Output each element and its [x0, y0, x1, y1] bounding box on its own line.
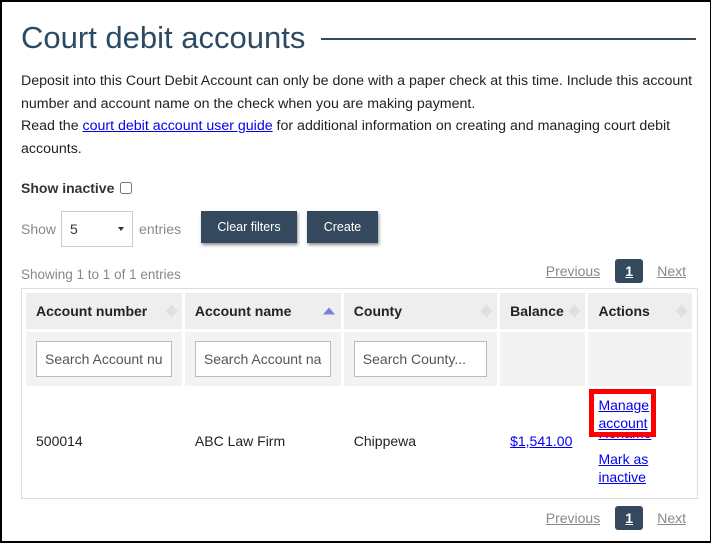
intro-paragraph-1: Deposit into this Court Debit Account ca… — [21, 73, 693, 112]
pagination-bottom: Previous 1 Next — [546, 506, 686, 530]
sort-unsorted-icon — [480, 304, 493, 318]
pagination-top: Previous 1 Next — [546, 259, 686, 283]
column-label: Account name — [194, 303, 292, 319]
accounts-table: Account number Account name County Balan… — [23, 290, 695, 496]
page-length-value: 5 — [70, 221, 78, 237]
filter-cell — [343, 332, 498, 386]
show-inactive-label: Show inactive — [21, 180, 115, 196]
search-account-name-input[interactable] — [194, 341, 331, 377]
page-length-select[interactable]: 5 — [61, 211, 134, 247]
create-button[interactable]: Create — [307, 211, 378, 243]
show-label: Show — [21, 221, 57, 237]
previous-page-link[interactable]: Previous — [546, 510, 600, 526]
sort-ascending-icon — [322, 307, 335, 315]
user-guide-link[interactable]: court debit account user guide — [83, 118, 273, 134]
previous-page-link[interactable]: Previous — [546, 263, 600, 279]
filter-cell — [26, 332, 182, 386]
page-title: Court debit accounts — [21, 20, 306, 55]
manage-account-link[interactable]: Manage account — [598, 396, 654, 432]
column-header-account-number[interactable]: Account number — [26, 293, 182, 329]
search-account-number-input[interactable] — [36, 341, 172, 377]
cell-account-number: 500014 — [36, 433, 83, 449]
next-page-link[interactable]: Next — [657, 263, 686, 279]
sort-unsorted-icon — [675, 304, 688, 318]
table-info: Showing 1 to 1 of 1 entries — [21, 267, 181, 282]
search-county-input[interactable] — [353, 341, 488, 377]
intro-paragraph-2: Read the court debit account user guide … — [21, 115, 697, 160]
cell-actions: Rename Manage account Mark as inactive — [588, 389, 692, 493]
column-header-actions[interactable]: Actions — [588, 293, 692, 329]
page-length-control: Show 5 entries — [21, 210, 181, 248]
next-page-link[interactable]: Next — [657, 510, 686, 526]
balance-link[interactable]: $1,541.00 — [510, 433, 572, 449]
filter-cell-empty — [588, 332, 692, 386]
chevron-down-icon — [118, 227, 125, 231]
mark-inactive-link[interactable]: Mark as inactive — [598, 450, 658, 486]
page-header: Court debit accounts — [21, 16, 696, 60]
filter-cell-empty — [500, 332, 586, 386]
column-label: Actions — [598, 303, 650, 319]
entries-label: entries — [139, 221, 182, 237]
show-inactive-checkbox[interactable] — [120, 182, 133, 194]
intro-text: Deposit into this Court Debit Account ca… — [21, 70, 697, 160]
title-divider — [321, 38, 696, 40]
accounts-table-container: Account number Account name County Balan… — [21, 288, 698, 499]
sort-unsorted-icon — [165, 304, 178, 318]
column-label: Balance — [510, 303, 564, 319]
page-button-1[interactable]: 1 — [615, 259, 644, 283]
intro-prefix: Read the — [21, 118, 83, 134]
table-header-row: Account number Account name County Balan… — [26, 293, 692, 329]
filter-cell — [184, 332, 341, 386]
column-label: Account number — [36, 303, 148, 319]
clear-filters-button[interactable]: Clear filters — [201, 211, 297, 243]
table-row: 500014 ABC Law Firm Chippewa $1,541.00 R… — [26, 389, 692, 493]
column-filter-row — [26, 332, 692, 386]
column-header-county[interactable]: County — [343, 293, 498, 329]
cell-balance: $1,541.00 — [500, 389, 585, 493]
column-header-balance[interactable]: Balance — [500, 293, 586, 329]
sort-unsorted-icon — [568, 304, 582, 318]
page-button-1[interactable]: 1 — [615, 506, 644, 530]
column-label: County — [353, 303, 402, 319]
column-header-account-name[interactable]: Account name — [184, 293, 341, 329]
actions-list: Rename Manage account Mark as inactive — [589, 389, 692, 486]
show-inactive-toggle[interactable]: Show inactive — [21, 180, 133, 196]
cell-account-name: ABC Law Firm — [194, 433, 286, 449]
cell-county: Chippewa — [353, 433, 417, 449]
